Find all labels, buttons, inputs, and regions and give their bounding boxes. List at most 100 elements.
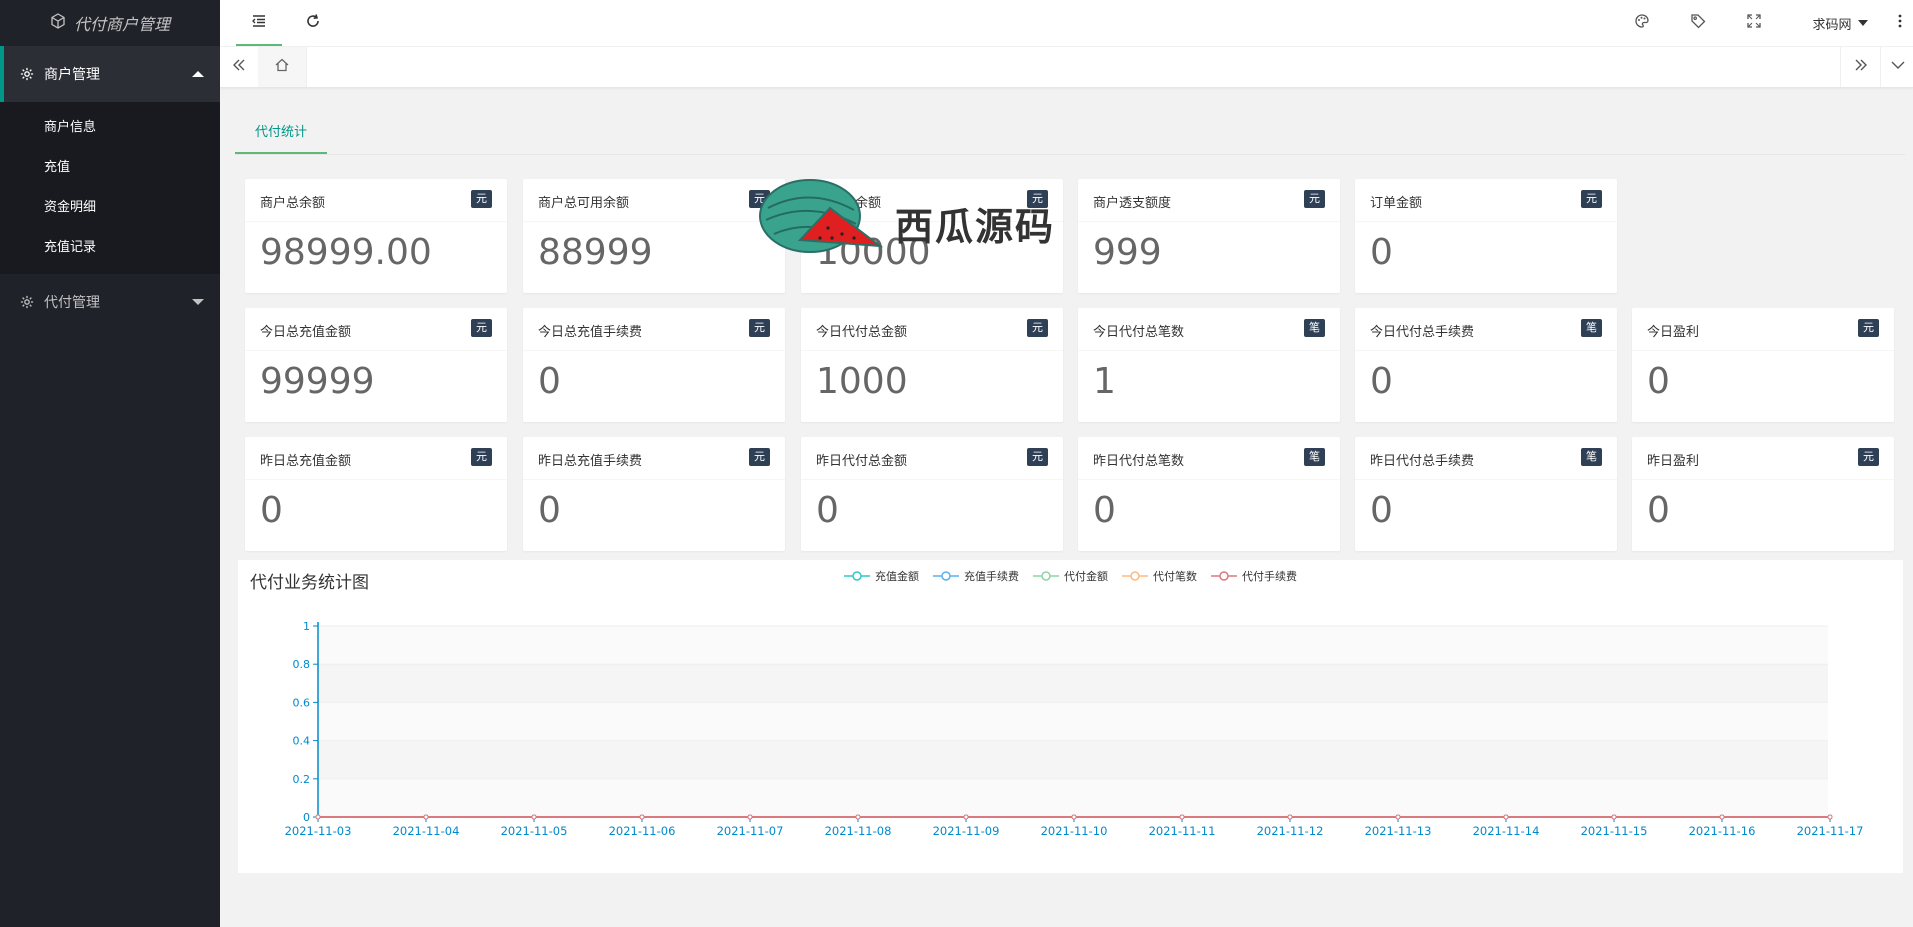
grid-band bbox=[318, 664, 1828, 703]
sidebar-item-fund-details[interactable]: 资金明细 bbox=[0, 188, 220, 228]
stat-card-title: 昨日代付总笔数 bbox=[1093, 454, 1185, 469]
stat-card-value: 0 bbox=[1370, 361, 1393, 402]
caret-up-icon bbox=[192, 71, 204, 77]
stat-card-title: 商户总可用余额 bbox=[538, 196, 630, 211]
stat-card-title: 今日盈利 bbox=[1647, 325, 1700, 340]
stat-card: 昨日代付总笔数 笔 0 bbox=[1078, 437, 1340, 551]
tag-button[interactable] bbox=[1678, 0, 1718, 46]
app-title: 代付商户管理 bbox=[73, 15, 170, 34]
user-name: 求码网 bbox=[1812, 17, 1852, 33]
user-menu[interactable]: 求码网 bbox=[1790, 0, 1890, 46]
stat-card-header: 昨日总充值金额 元 bbox=[245, 437, 507, 480]
watermark-text: 西瓜源码 bbox=[895, 205, 1056, 249]
line-chart: 0 0.2 0.4 0.6 0.8 1 2021-11-03 2021-11-04 2021-1… bbox=[285, 620, 1864, 838]
sidebar-item-recharge[interactable]: 充值 bbox=[0, 148, 220, 188]
y-tick-label: 0 bbox=[303, 811, 310, 824]
stat-card-header: 昨日代付总笔数 笔 bbox=[1078, 437, 1340, 480]
tabs-scroll-right-button[interactable] bbox=[1840, 47, 1881, 87]
fullscreen-button[interactable] bbox=[1734, 0, 1774, 46]
stat-card-header: 订单金额 元 bbox=[1355, 179, 1617, 222]
data-point bbox=[1179, 814, 1185, 820]
sidebar-item-recharge-records[interactable]: 充值记录 bbox=[0, 228, 220, 268]
home-icon bbox=[274, 57, 290, 77]
unit-badge: 元 bbox=[1304, 190, 1325, 208]
app-logo[interactable]: 代付商户管理 bbox=[0, 0, 220, 46]
stat-card: 今日盈利 元 0 bbox=[1632, 308, 1894, 422]
indent-icon bbox=[251, 13, 267, 33]
unit-badge: 元 bbox=[1027, 448, 1048, 466]
unit-badge: 元 bbox=[471, 319, 492, 337]
y-tick-label: 0.2 bbox=[293, 773, 311, 786]
unit-badge: 元 bbox=[1858, 448, 1879, 466]
gear-icon bbox=[20, 295, 34, 309]
stat-card-value: 1000 bbox=[816, 361, 908, 402]
data-point bbox=[1071, 814, 1077, 820]
stat-card-title: 今日代付总金额 bbox=[816, 325, 908, 340]
stat-card-value: 0 bbox=[1093, 490, 1116, 531]
x-tick-label: 2021-11-05 bbox=[501, 824, 568, 838]
gear-icon bbox=[20, 67, 34, 81]
more-button[interactable] bbox=[1888, 0, 1912, 46]
stat-card: 今日代付总笔数 笔 1 bbox=[1078, 308, 1340, 422]
tab-home[interactable] bbox=[258, 47, 307, 87]
toggle-sidebar-button[interactable] bbox=[236, 0, 282, 46]
x-tick-label: 2021-11-17 bbox=[1797, 824, 1864, 838]
data-point bbox=[639, 814, 645, 820]
sidebar-group-payout[interactable]: 代付管理 bbox=[0, 274, 220, 330]
data-point bbox=[1503, 814, 1509, 820]
data-point bbox=[1395, 814, 1401, 820]
stat-card-value: 0 bbox=[816, 490, 839, 531]
sidebar-group-label: 商户管理 bbox=[44, 67, 100, 83]
unit-badge: 笔 bbox=[1304, 448, 1325, 466]
stat-card-header: 今日总充值手续费 元 bbox=[523, 308, 785, 351]
y-tick-label: 0.6 bbox=[293, 696, 311, 709]
x-tick-label: 2021-11-12 bbox=[1257, 824, 1324, 838]
unit-badge: 元 bbox=[749, 319, 770, 337]
stat-card-value: 0 bbox=[1647, 490, 1670, 531]
stat-card-title: 昨日盈利 bbox=[1647, 454, 1700, 469]
tabs-scroll-left-button[interactable] bbox=[220, 47, 259, 87]
stat-card-value: 88999 bbox=[538, 232, 653, 273]
stat-card-value: 0 bbox=[1647, 361, 1670, 402]
palette-icon bbox=[1634, 13, 1650, 33]
data-point bbox=[855, 814, 861, 820]
stat-card-title: 昨日代付总手续费 bbox=[1370, 454, 1475, 469]
unit-badge: 笔 bbox=[1304, 319, 1325, 337]
data-point bbox=[963, 814, 969, 820]
x-tick-label: 2021-11-06 bbox=[609, 824, 676, 838]
x-tick-label: 2021-11-15 bbox=[1581, 824, 1648, 838]
sidebar-group-merchant[interactable]: 商户管理 bbox=[0, 46, 220, 102]
data-point bbox=[1719, 814, 1725, 820]
tab-payout-stats[interactable]: 代付统计 bbox=[235, 118, 328, 154]
stat-card: 昨日总充值金额 元 0 bbox=[245, 437, 507, 551]
y-tick-label: 0.4 bbox=[293, 735, 311, 748]
page-tabs-bar bbox=[220, 47, 1913, 88]
stat-card-header: 商户总余额 元 bbox=[245, 179, 507, 222]
data-point bbox=[1827, 814, 1833, 820]
fullscreen-icon bbox=[1746, 13, 1762, 33]
stat-card-header: 商户总可用余额元 bbox=[523, 179, 785, 222]
cube-icon bbox=[50, 13, 66, 33]
data-point bbox=[423, 814, 429, 820]
unit-badge: 元 bbox=[749, 448, 770, 466]
refresh-button[interactable] bbox=[290, 0, 336, 46]
tabs-menu-button[interactable] bbox=[1880, 47, 1913, 87]
stat-card-title: 昨日总充值金额 bbox=[260, 454, 352, 469]
unit-badge: 笔 bbox=[1581, 319, 1602, 337]
stat-card-title: 昨日总充值手续费 bbox=[538, 454, 643, 469]
x-tick-label: 2021-11-04 bbox=[393, 824, 460, 838]
stat-card-value: 99999 bbox=[260, 361, 375, 402]
stat-card: 订单金额 元 0 bbox=[1355, 179, 1617, 293]
grid-band bbox=[318, 702, 1828, 741]
tag-icon bbox=[1690, 13, 1706, 33]
stat-card-header: 昨日代付总金额 元 bbox=[801, 437, 1063, 480]
caret-down-icon bbox=[192, 299, 204, 305]
more-vertical-icon bbox=[1892, 13, 1908, 33]
stat-card-title: 今日总充值金额 bbox=[260, 325, 352, 340]
grid-band bbox=[318, 740, 1828, 779]
sidebar-item-merchant-info[interactable]: 商户信息 bbox=[0, 108, 220, 148]
theme-button[interactable] bbox=[1622, 0, 1662, 46]
stat-card: 今日总充值金额 元 99999 bbox=[245, 308, 507, 422]
double-chevron-right-icon bbox=[1853, 57, 1869, 77]
stat-card: 今日总充值手续费 元 0 bbox=[523, 308, 785, 422]
